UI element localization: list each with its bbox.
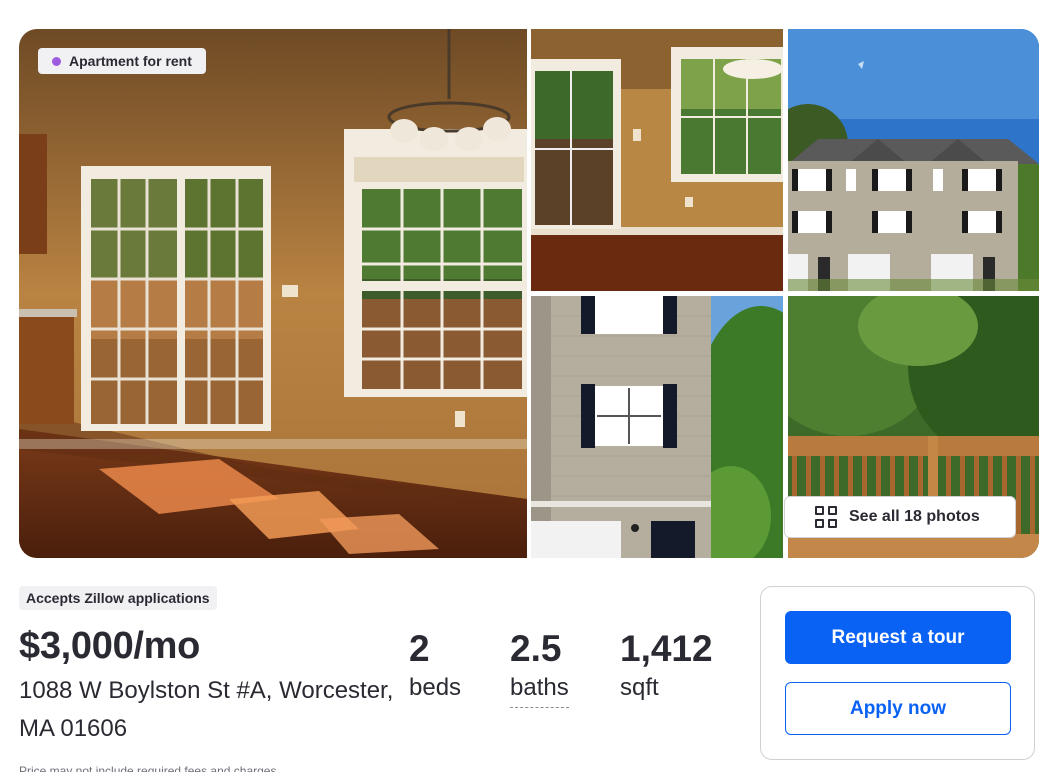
baths-label[interactable]: baths bbox=[510, 671, 569, 708]
beds-label: beds bbox=[409, 674, 462, 701]
see-all-photos-button[interactable]: See all 18 photos bbox=[784, 496, 1016, 538]
accepts-applications-badge: Accepts Zillow applications bbox=[19, 586, 217, 610]
see-all-photos-label: See all 18 photos bbox=[849, 508, 980, 525]
sqft-label: sqft bbox=[620, 674, 659, 701]
address-line-2: MA 01606 bbox=[19, 715, 128, 742]
photo-exterior-front[interactable] bbox=[788, 29, 1039, 291]
beds-stat: 2 beds bbox=[409, 627, 461, 705]
baths-stat[interactable]: 2.5 baths bbox=[510, 627, 569, 708]
grid-icon bbox=[815, 506, 837, 528]
price: $3,000/mo bbox=[19, 625, 201, 667]
contact-card: Request a tour Apply now bbox=[760, 586, 1035, 760]
baths-value: 2.5 bbox=[510, 628, 562, 669]
listing-type-label: Apartment for rent bbox=[69, 53, 192, 69]
sqft-stat: 1,412 sqft bbox=[620, 627, 713, 705]
address: 1088 W Boylston St #A, Worcester, MA 016… bbox=[19, 672, 409, 748]
address-line-1: 1088 W Boylston St #A, Worcester, bbox=[19, 677, 394, 704]
price-disclaimer: Price may not include required fees and … bbox=[19, 764, 280, 772]
status-dot-icon bbox=[52, 56, 61, 66]
apply-now-button[interactable]: Apply now bbox=[785, 682, 1011, 735]
beds-value: 2 bbox=[409, 628, 430, 669]
photo-interior-window[interactable] bbox=[531, 29, 783, 291]
sqft-value: 1,412 bbox=[620, 628, 713, 669]
photo-exterior-side[interactable] bbox=[531, 296, 783, 558]
photo-gallery[interactable] bbox=[19, 29, 1039, 558]
request-tour-button[interactable]: Request a tour bbox=[785, 611, 1011, 664]
listing-type-badge: Apartment for rent bbox=[38, 48, 206, 74]
photo-main-dining-room[interactable] bbox=[19, 29, 527, 558]
